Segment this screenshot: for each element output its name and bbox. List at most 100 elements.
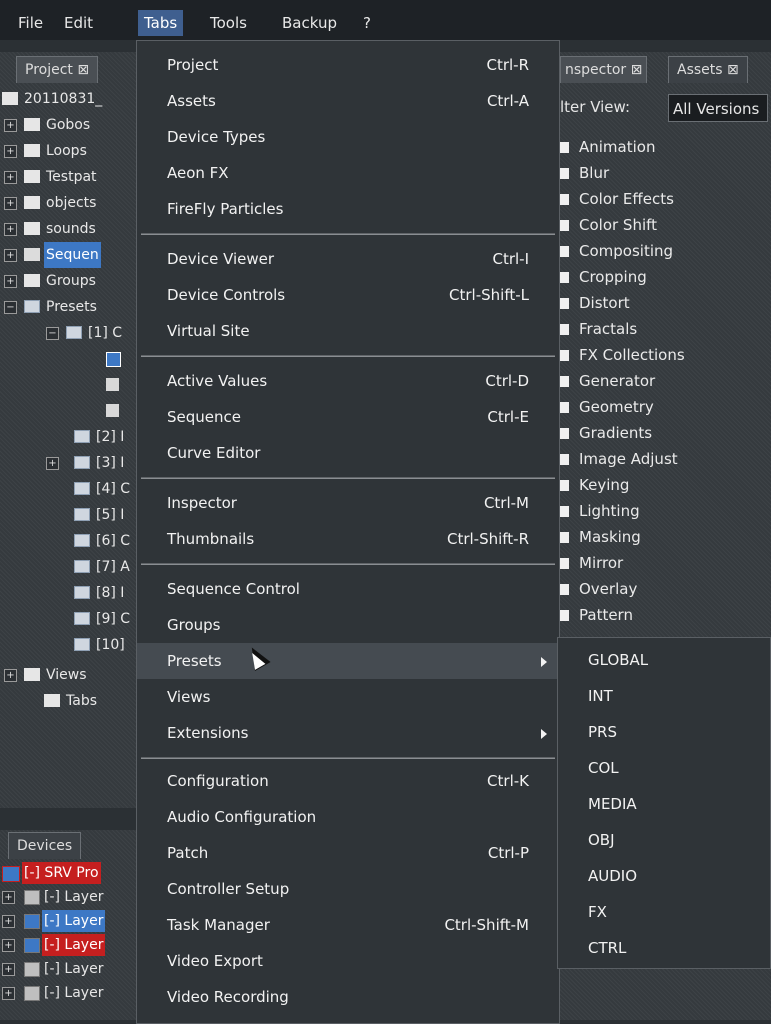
menu-help[interactable]: ?	[357, 10, 377, 36]
menu-item-sequence[interactable]: Sequence Ctrl-E	[137, 399, 559, 435]
category-item[interactable]: Fractals	[560, 316, 637, 342]
submenu-item-prs[interactable]: PRS	[558, 714, 770, 750]
menu-item-device-viewer[interactable]: Device Viewer Ctrl-I	[137, 241, 559, 277]
expand-icon[interactable]: +	[2, 987, 15, 1000]
expand-icon[interactable]: +	[4, 275, 17, 288]
tab-assets[interactable]: Assets ⊠	[668, 56, 748, 83]
category-item[interactable]: Overlay	[560, 576, 637, 602]
expand-icon[interactable]: +	[2, 915, 15, 928]
category-item[interactable]: Pattern	[560, 602, 633, 628]
menu-file[interactable]: File	[12, 10, 49, 36]
menu-item-video-export[interactable]: Video Export	[137, 943, 559, 979]
menu-item-presets[interactable]: Presets	[137, 643, 559, 679]
expand-icon[interactable]: +	[4, 669, 17, 682]
tree-label: [6] C	[96, 533, 131, 549]
category-item[interactable]: Color Effects	[560, 186, 674, 212]
tab-devices[interactable]: Devices	[8, 832, 82, 859]
submenu-item-int[interactable]: INT	[558, 678, 770, 714]
submenu-item-audio[interactable]: AUDIO	[558, 858, 770, 894]
menu-item-extensions[interactable]: Extensions	[137, 715, 559, 751]
menu-item-inspector[interactable]: Inspector Ctrl-M	[137, 485, 559, 521]
filter-view-select[interactable]: All Versions	[668, 94, 768, 122]
category-item[interactable]: Animation	[560, 134, 655, 160]
menu-item-label: Views	[167, 688, 211, 706]
category-item[interactable]: Keying	[560, 472, 629, 498]
menu-item-firefly-particles[interactable]: FireFly Particles	[137, 191, 559, 227]
category-item[interactable]: Blur	[560, 160, 609, 186]
category-label: Lighting	[579, 502, 640, 520]
tab-inspector[interactable]: nspector ⊠	[560, 56, 648, 83]
category-item[interactable]: Lighting	[560, 498, 640, 524]
folder-icon	[24, 196, 40, 209]
category-item[interactable]: Color Shift	[560, 212, 657, 238]
category-item[interactable]: Masking	[560, 524, 641, 550]
tab-project[interactable]: Project ⊠	[16, 56, 99, 83]
expand-icon[interactable]: +	[2, 891, 15, 904]
category-item[interactable]: Mirror	[560, 550, 623, 576]
expand-icon[interactable]: +	[4, 119, 17, 132]
groups-icon	[24, 274, 40, 287]
shortcut-label: Ctrl-R	[486, 56, 529, 74]
preset-folder-icon	[74, 534, 90, 547]
category-item[interactable]: Geometry	[560, 394, 654, 420]
category-item[interactable]: Generator	[560, 368, 655, 394]
preset-folder-icon	[74, 430, 90, 443]
menu-item-aeon-fx[interactable]: Aeon FX	[137, 155, 559, 191]
layer-icon	[24, 890, 40, 905]
layer-icon	[24, 962, 40, 977]
submenu-item-global[interactable]: GLOBAL	[558, 642, 770, 678]
menu-item-assets[interactable]: Assets Ctrl-A	[137, 83, 559, 119]
menu-item-controller-setup[interactable]: Controller Setup	[137, 871, 559, 907]
submenu-item-col[interactable]: COL	[558, 750, 770, 786]
category-item[interactable]: FX Collections	[560, 342, 685, 368]
expand-icon[interactable]: +	[4, 145, 17, 158]
menu-item-views[interactable]: Views	[137, 679, 559, 715]
category-label: FX Collections	[579, 346, 685, 364]
menu-backup[interactable]: Backup	[276, 10, 343, 36]
collapse-icon[interactable]: −	[46, 327, 59, 340]
menu-item-thumbnails[interactable]: Thumbnails Ctrl-Shift-R	[137, 521, 559, 557]
category-item[interactable]: Compositing	[560, 238, 673, 264]
expand-icon[interactable]: +	[46, 457, 59, 470]
menu-item-audio-configuration[interactable]: Audio Configuration	[137, 799, 559, 835]
category-item[interactable]: Distort	[560, 290, 630, 316]
collapse-icon[interactable]: −	[4, 301, 17, 314]
tree-label: Presets	[46, 299, 97, 315]
expand-icon[interactable]: +	[2, 963, 15, 976]
expand-icon[interactable]: +	[4, 197, 17, 210]
preset-folder-icon	[74, 586, 90, 599]
menu-item-sequence-control[interactable]: Sequence Control	[137, 571, 559, 607]
menu-item-virtual-site[interactable]: Virtual Site	[137, 313, 559, 349]
server-icon	[2, 866, 20, 882]
submenu-item-media[interactable]: MEDIA	[558, 786, 770, 822]
menu-item-curve-editor[interactable]: Curve Editor	[137, 435, 559, 471]
submenu-item-obj[interactable]: OBJ	[558, 822, 770, 858]
menu-item-groups[interactable]: Groups	[137, 607, 559, 643]
menu-item-device-types[interactable]: Device Types	[137, 119, 559, 155]
menu-edit[interactable]: Edit	[58, 10, 99, 36]
category-item[interactable]: Cropping	[560, 264, 647, 290]
folder-icon	[24, 144, 40, 157]
category-icon	[560, 220, 569, 231]
expand-icon[interactable]: +	[2, 939, 15, 952]
category-icon	[560, 350, 569, 361]
menu-item-patch[interactable]: Patch Ctrl-P	[137, 835, 559, 871]
expand-icon[interactable]: +	[4, 171, 17, 184]
menu-item-active-values[interactable]: Active Values Ctrl-D	[137, 363, 559, 399]
menu-item-device-controls[interactable]: Device Controls Ctrl-Shift-L	[137, 277, 559, 313]
menu-item-project[interactable]: Project Ctrl-R	[137, 47, 559, 83]
expand-icon[interactable]: +	[4, 223, 17, 236]
expand-icon[interactable]: +	[4, 249, 17, 262]
tree-label: objects	[46, 195, 97, 211]
menu-item-configuration[interactable]: Configuration Ctrl-K	[137, 763, 559, 799]
category-item[interactable]: Gradients	[560, 420, 652, 446]
submenu-item-ctrl[interactable]: CTRL	[558, 930, 770, 966]
shortcut-label: Ctrl-Shift-R	[446, 530, 529, 548]
submenu-item-fx[interactable]: FX	[558, 894, 770, 930]
menu-item-video-recording[interactable]: Video Recording	[137, 979, 559, 1015]
category-item[interactable]: Image Adjust	[560, 446, 678, 472]
menu-item-task-manager[interactable]: Task Manager Ctrl-Shift-M	[137, 907, 559, 943]
menu-tabs[interactable]: Tabs	[138, 10, 184, 36]
menu-tools[interactable]: Tools	[204, 10, 253, 36]
layer-icon	[24, 938, 40, 953]
